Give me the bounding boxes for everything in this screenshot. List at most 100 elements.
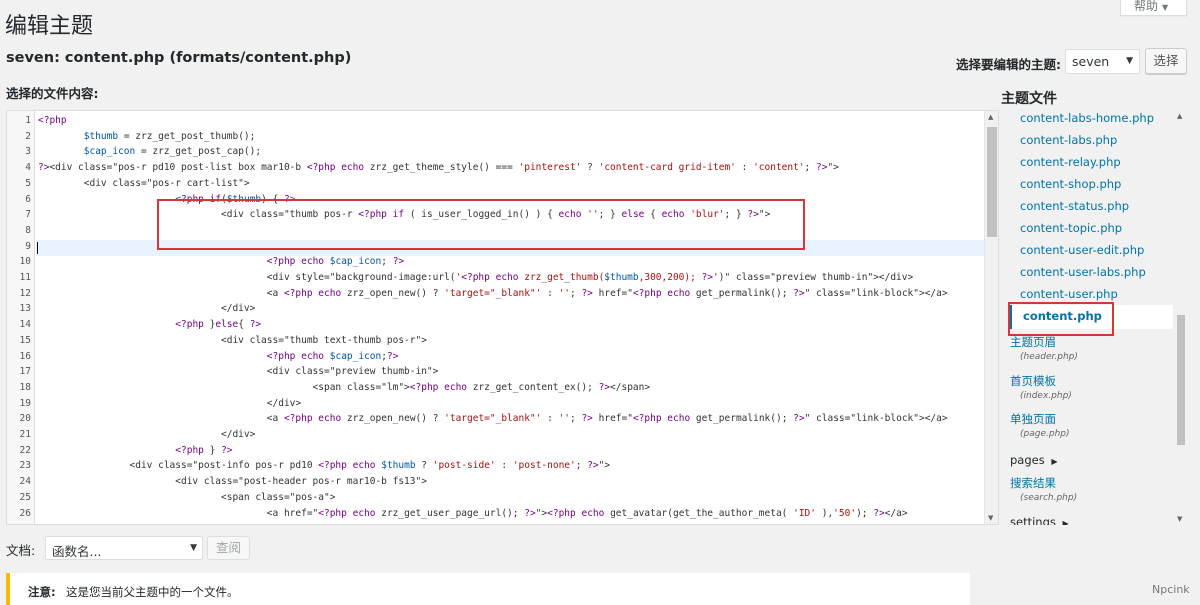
select-theme-button[interactable]: 选择 — [1145, 48, 1187, 74]
text-cursor — [37, 242, 38, 254]
theme-template-file: (page.php) — [1020, 429, 1070, 439]
editor-scroll-thumb[interactable] — [987, 127, 997, 237]
line-number: 11 — [19, 272, 31, 283]
code-line: <span class="lm"><?php echo zrz_get_cont… — [38, 381, 651, 393]
theme-template-file: (header.php) — [1020, 352, 1078, 362]
theme-file-item[interactable]: content-shop.php — [1020, 177, 1121, 191]
folder-pages-label: pages — [1010, 453, 1045, 467]
code-line: <div class="pos-r cart-list"> — [38, 177, 250, 189]
theme-select-label: 选择要编辑的主题: — [956, 57, 1061, 72]
watermark: Npcink — [1152, 583, 1190, 596]
code-line: </div> — [38, 429, 256, 440]
line-number: 12 — [19, 287, 31, 299]
theme-template-file: (search.php) — [1020, 493, 1078, 503]
line-number: 3 — [25, 146, 31, 158]
line-number: 8 — [25, 224, 31, 236]
theme-files-scrollbar[interactable]: ▲ ▼ — [1175, 110, 1187, 525]
theme-file-item[interactable]: content-labs.php — [1020, 133, 1117, 147]
theme-template-file: (index.php) — [1020, 391, 1072, 401]
theme-file-item[interactable]: content-user-edit.php — [1020, 243, 1144, 257]
theme-files-list: content-labs-home.php content-labs.php con… — [1002, 110, 1187, 525]
code-line: <?php echo $cap_icon;?> — [266, 350, 399, 362]
chevron-down-icon: ▼ — [1162, 3, 1169, 12]
scroll-down-icon[interactable]: ▼ — [1177, 515, 1182, 523]
line-number-gutter: 1 2 3 4 5 6 7 8 9 10 11 12 13 14 15 16 17 18 19 20 21 22 23 24 2… — [7, 111, 35, 524]
scroll-up-icon[interactable]: ▲ — [988, 113, 993, 121]
line-number: 1 — [25, 115, 31, 126]
line-number: 7 — [25, 209, 31, 221]
theme-file-item[interactable]: content-user.php — [1020, 287, 1118, 301]
code-line: <a href="<?php echo zrz_get_user_page_ur… — [38, 507, 908, 519]
line-number: 9 — [25, 240, 31, 252]
code-line: <span class="pos-a"> — [38, 491, 336, 503]
theme-file-item[interactable]: content-labs-home.php — [1020, 111, 1154, 125]
notice-box: 注意: 这是您当前父主题中的一个文件。 — [6, 573, 970, 605]
code-line: $cap_icon = zrz_get_post_cap(); — [83, 146, 262, 158]
documentation-label: 文档: — [6, 543, 36, 558]
code-line: <?php }else{ ?> — [175, 319, 262, 331]
line-number: 20 — [19, 413, 31, 425]
code-line: </div> — [38, 397, 302, 409]
function-name-select-value: 函数名... — [52, 544, 102, 559]
theme-template-search[interactable]: 搜索结果 — [1010, 475, 1056, 491]
line-number: 2 — [25, 130, 31, 142]
line-number: 21 — [19, 429, 31, 440]
folder-settings-label: settings — [1010, 515, 1056, 525]
line-number: 25 — [19, 491, 31, 503]
theme-select[interactable]: seven ▼ — [1065, 49, 1140, 74]
line-number: 14 — [19, 319, 31, 331]
scroll-up-icon[interactable]: ▲ — [1177, 112, 1182, 120]
theme-files-scroll-thumb[interactable] — [1177, 315, 1185, 445]
code-line: ?><div class="pos-r pd10 post-list box m… — [38, 162, 839, 174]
caret-right-icon: ▶ — [1051, 457, 1058, 466]
line-number: 22 — [19, 444, 31, 456]
page-title: 编辑主题 — [5, 14, 94, 39]
line-number: 16 — [19, 350, 31, 362]
theme-template-index[interactable]: 首页模板 — [1010, 373, 1056, 389]
theme-select-value: seven — [1072, 54, 1110, 69]
editor-scrollbar[interactable]: ▲ ▼ — [984, 111, 998, 524]
theme-template-page[interactable]: 单独页面 — [1010, 411, 1056, 427]
code-line: $thumb = zrz_get_post_thumb(); — [83, 130, 256, 142]
file-heading: seven: content.php (formats/content.php) — [6, 50, 352, 66]
line-number: 23 — [19, 460, 31, 472]
theme-file-item[interactable]: content-user-labs.php — [1020, 265, 1146, 279]
lookup-button[interactable]: 查阅 — [207, 536, 250, 560]
line-number: 26 — [19, 507, 31, 519]
line-number: 24 — [19, 476, 31, 488]
function-name-select[interactable]: 函数名... ▼ — [45, 536, 203, 560]
annotation-highlight-box — [1008, 302, 1114, 336]
theme-files-title: 主题文件 — [1001, 91, 1057, 107]
code-editor[interactable]: 1 2 3 4 5 6 7 8 9 10 11 12 13 14 15 16 17 18 19 20 21 22 23 24 2… — [6, 110, 999, 525]
folder-settings[interactable]: settings ▶ — [1010, 515, 1069, 525]
theme-file-item[interactable]: content-relay.php — [1020, 155, 1121, 169]
line-number: 6 — [25, 193, 31, 205]
help-tab-button[interactable]: 帮助 ▼ — [1120, 0, 1187, 16]
line-number: 19 — [19, 397, 31, 409]
notice-strong: 注意: — [28, 585, 56, 599]
help-tab-label: 帮助 — [1134, 0, 1159, 13]
annotation-highlight-box — [157, 199, 805, 250]
line-number: 4 — [25, 162, 31, 174]
theme-file-item[interactable]: content-status.php — [1020, 199, 1129, 213]
file-content-label: 选择的文件内容: — [6, 86, 99, 101]
folder-pages[interactable]: pages ▶ — [1010, 453, 1058, 467]
line-number: 17 — [19, 366, 31, 378]
theme-template-header[interactable]: 主题页眉 — [1010, 334, 1056, 350]
code-line: <?php } ?> — [175, 444, 233, 456]
chevron-down-icon: ▼ — [190, 543, 197, 553]
code-line: <?php echo $cap_icon; ?> — [266, 256, 405, 268]
caret-right-icon: ▶ — [1062, 519, 1069, 525]
scroll-down-icon[interactable]: ▼ — [988, 514, 993, 522]
chevron-down-icon: ▼ — [1126, 56, 1133, 66]
code-line: <?php — [38, 115, 67, 126]
theme-file-item[interactable]: content-topic.php — [1020, 221, 1122, 235]
code-line: <a <?php echo zrz_open_new() ? 'target="… — [38, 413, 948, 425]
code-line: <a <?php echo zrz_open_new() ? 'target="… — [38, 287, 948, 299]
line-number: 5 — [25, 177, 31, 189]
code-line: <div style="background-image:url('<?php … — [38, 272, 914, 283]
code-line: </div> — [38, 303, 256, 315]
notice-text: 这是您当前父主题中的一个文件。 — [66, 585, 239, 599]
code-line: <div class="thumb text-thumb pos-r"> — [38, 334, 427, 346]
code-line: <div class="post-info pos-r pd10 <?php e… — [38, 460, 611, 472]
